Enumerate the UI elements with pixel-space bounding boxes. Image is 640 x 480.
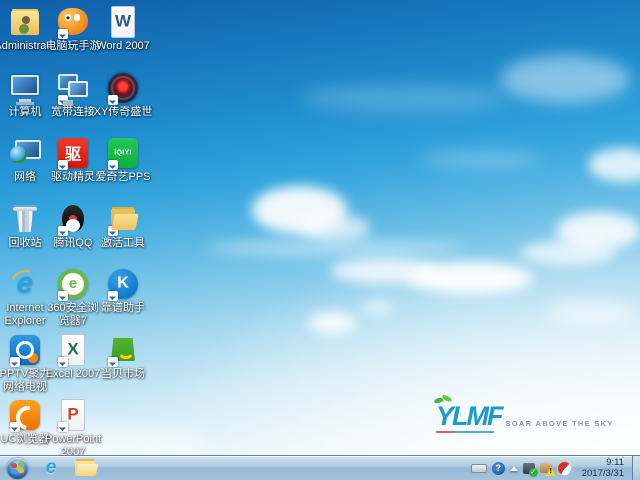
desktop-icon-label: 当贝市场 — [101, 368, 145, 380]
cloud — [300, 85, 510, 111]
tray-security-check-icon[interactable]: ✓ — [522, 462, 538, 477]
iqiyi-pps-icon: iQIYI — [106, 136, 140, 170]
word-icon-glyph: W — [114, 11, 132, 31]
shortcut-arrow-icon — [108, 95, 118, 105]
driver-genius-icon: 驱 — [56, 136, 90, 170]
ylmf-logo-tagline: SOAR ABOVE THE SKY — [505, 419, 614, 428]
tray-security-check-badge: ✓ — [528, 467, 538, 477]
broadband-icon — [56, 71, 90, 105]
cloud — [362, 300, 394, 314]
clock-time: 9:11 — [606, 457, 624, 468]
kaopu-assistant-icon-glyph: K — [117, 274, 129, 292]
desktop-icon-kaopu-assistant[interactable]: K 靠谱助手 — [92, 267, 154, 315]
cloud — [205, 240, 465, 256]
desktop-icon-label: 激活工具 — [101, 237, 145, 249]
desktop-icon-label: XY传奇盛世 — [93, 106, 153, 118]
recycle-bin-icon — [8, 202, 42, 236]
tray-media-icon[interactable] — [556, 460, 572, 476]
network-icon — [8, 136, 42, 170]
cloud — [500, 55, 630, 103]
taskbar-ie-button[interactable]: e — [34, 456, 68, 480]
shortcut-arrow-icon — [108, 160, 118, 170]
cloud — [420, 150, 540, 168]
iqiyi-pps-icon-glyph: iQIYI — [114, 149, 132, 157]
start-button[interactable] — [0, 456, 34, 480]
kaopu-assistant-icon: K — [106, 267, 140, 301]
game-monster-icon — [56, 5, 90, 39]
taskbar: e ? ✓! 9:11 2017/3/31 — [0, 455, 640, 480]
logo-color-strip — [436, 431, 494, 433]
ie-icon: e — [45, 457, 57, 478]
browser-360-icon-glyph: e — [68, 275, 78, 293]
clock-date: 2017/3/31 — [581, 468, 624, 479]
shortcut-arrow-icon — [108, 357, 118, 367]
shortcut-arrow-icon — [58, 226, 68, 236]
cloud — [545, 300, 635, 326]
cloud — [588, 148, 640, 182]
shortcut-arrow-icon — [58, 160, 68, 170]
computer-icon — [8, 71, 42, 105]
taskbar-clock[interactable]: 9:11 2017/3/31 — [578, 457, 632, 479]
cloud — [556, 212, 640, 250]
tray-hidden-icons-icon[interactable] — [509, 465, 518, 471]
shortcut-arrow-icon — [108, 291, 118, 301]
desktop-icon-tools-folder[interactable]: 激活工具 — [92, 202, 154, 250]
folder-icon — [75, 460, 95, 476]
user-folder-icon — [8, 5, 42, 39]
shortcut-arrow-icon — [58, 29, 68, 39]
tray-help-icon[interactable]: ? — [491, 461, 505, 475]
shortcut-arrow-icon — [108, 226, 118, 236]
dangbei-market-icon — [106, 333, 140, 367]
system-tray: ? ✓! — [465, 460, 578, 477]
desktop-icon-label: Word 2007 — [96, 40, 150, 52]
uc-browser-icon — [8, 398, 42, 432]
desktop-icon-powerpoint[interactable]: P PowerPoint 2007 — [42, 398, 104, 455]
desktop-icon-xy-game[interactable]: XY传奇盛世 — [92, 71, 154, 119]
tray-language-icon[interactable] — [470, 463, 487, 473]
desktop-icon-label: PowerPoint 2007 — [44, 433, 102, 455]
tray-alert-badge: ! — [545, 467, 556, 476]
powerpoint-icon: P — [56, 398, 90, 432]
desktop-icon-label: 爱奇艺PPS — [95, 171, 151, 183]
browser-360-icon: e — [56, 267, 90, 301]
shortcut-arrow-icon — [10, 422, 20, 432]
excel-icon: X — [56, 333, 90, 367]
windows-orb-icon — [6, 457, 28, 479]
taskbar-right: ? ✓! 9:11 2017/3/31 — [465, 456, 640, 480]
desktop-wallpaper[interactable]: YLMF SOAR ABOVE THE SKY Administra... 电脑玩… — [0, 0, 640, 455]
ylmf-logo-text: YLMF — [430, 403, 504, 433]
cloud — [408, 262, 533, 294]
show-desktop-button[interactable] — [632, 456, 640, 480]
tools-folder-icon — [106, 202, 140, 236]
cloud — [308, 312, 356, 334]
tray-alert-icon[interactable]: ! — [539, 463, 556, 476]
shortcut-arrow-icon — [58, 95, 68, 105]
shortcut-arrow-icon — [10, 357, 20, 367]
pptv-icon — [8, 333, 42, 367]
taskbar-explorer-button[interactable] — [68, 456, 102, 480]
desktop-icon-dangbei-market[interactable]: 当贝市场 — [92, 333, 154, 381]
ie-icon: e — [8, 266, 42, 301]
shortcut-arrow-icon — [58, 357, 68, 367]
shortcut-arrow-icon — [58, 291, 68, 301]
qq-icon — [56, 202, 90, 236]
xy-game-icon — [106, 71, 140, 105]
cloud — [300, 215, 370, 241]
desktop-icon-label: 靠谱助手 — [101, 302, 145, 314]
word-icon: W — [106, 5, 140, 39]
ie-icon-glyph: e — [16, 266, 34, 300]
desktop-icon-word[interactable]: W Word 2007 — [92, 5, 154, 53]
desktop-icon-iqiyi-pps[interactable]: iQIYI 爱奇艺PPS — [92, 136, 154, 184]
shortcut-arrow-icon — [58, 422, 68, 432]
taskbar-left: e — [0, 456, 102, 480]
ylmf-logo: YLMF SOAR ABOVE THE SKY — [430, 403, 614, 433]
